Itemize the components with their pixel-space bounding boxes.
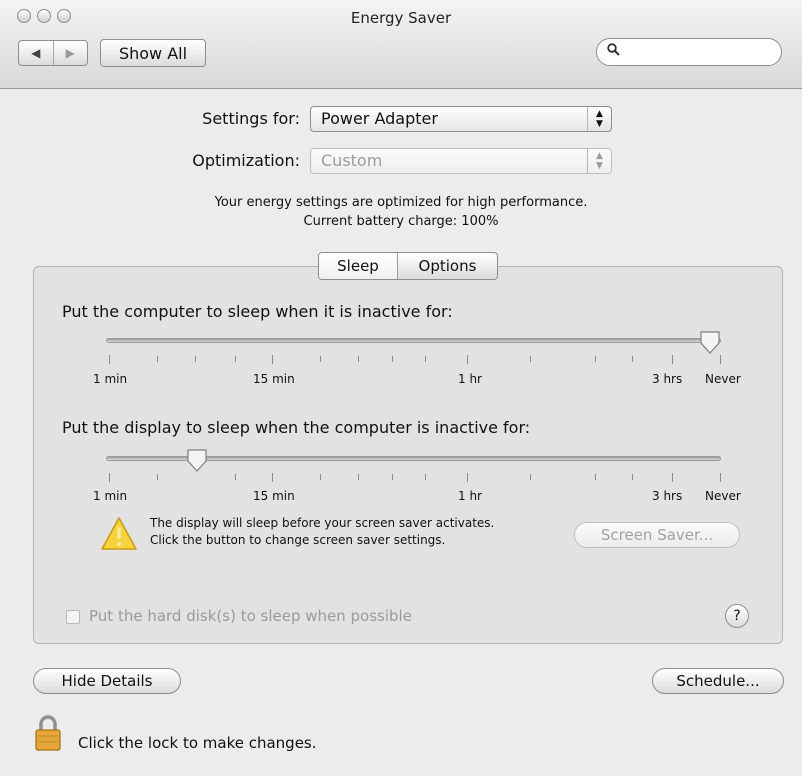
tick-mark bbox=[530, 356, 531, 362]
forward-button[interactable]: ▶ bbox=[52, 41, 88, 65]
hide-details-button[interactable]: Hide Details bbox=[33, 668, 181, 694]
tick-mark bbox=[109, 355, 110, 364]
tick-label-3-hrs: 3 hrs bbox=[652, 372, 683, 386]
tick-mark bbox=[157, 474, 158, 480]
tick-mark bbox=[425, 356, 426, 362]
warning-line-1: The display will sleep before your scree… bbox=[150, 516, 495, 530]
tick-label-3-hrs: 3 hrs bbox=[652, 489, 683, 503]
tick-label-1-hr: 1 hr bbox=[458, 489, 482, 503]
tick-mark bbox=[109, 473, 110, 482]
show-all-button[interactable]: Show All bbox=[100, 39, 206, 67]
tick-mark bbox=[195, 356, 196, 362]
tick-label-15-min: 15 min bbox=[253, 489, 295, 503]
search-input[interactable] bbox=[625, 42, 777, 64]
battery-charge-info: Current battery charge: 100% bbox=[303, 214, 499, 229]
screen-saver-warning: The display will sleep before your scree… bbox=[150, 515, 494, 549]
computer-sleep-slider-thumb[interactable] bbox=[699, 330, 721, 356]
tick-mark bbox=[672, 473, 673, 482]
lock-icon[interactable] bbox=[33, 713, 63, 753]
optimization-value: Custom bbox=[321, 151, 383, 170]
tick-mark bbox=[595, 356, 596, 362]
tick-label-1-min: 1 min bbox=[93, 489, 128, 503]
optimization-label: Optimization: bbox=[192, 151, 300, 170]
screen-saver-button[interactable]: Screen Saver... bbox=[574, 522, 740, 548]
tick-mark bbox=[358, 474, 359, 480]
back-button[interactable]: ◀ bbox=[19, 41, 53, 65]
tick-mark bbox=[467, 473, 468, 482]
computer-sleep-prompt: Put the computer to sleep when it is ina… bbox=[62, 302, 453, 321]
schedule-button[interactable]: Schedule... bbox=[652, 668, 784, 694]
popup-arrows-icon: ▲ ▼ bbox=[587, 149, 611, 173]
tick-mark bbox=[595, 474, 596, 480]
tick-label-never: Never bbox=[705, 372, 741, 386]
search-field[interactable] bbox=[596, 38, 782, 66]
tick-mark bbox=[672, 355, 673, 364]
hard-disk-sleep-checkbox[interactable] bbox=[66, 610, 80, 624]
magnifier-icon bbox=[607, 43, 620, 60]
help-button[interactable]: ? bbox=[725, 604, 749, 628]
popup-arrows-icon: ▲ ▼ bbox=[587, 107, 611, 131]
tick-mark bbox=[467, 355, 468, 364]
hard-disk-sleep-label: Put the hard disk(s) to sleep when possi… bbox=[89, 607, 412, 625]
tick-label-never: Never bbox=[705, 489, 741, 503]
tick-mark bbox=[235, 474, 236, 480]
tick-label-1-hr: 1 hr bbox=[458, 372, 482, 386]
computer-sleep-slider-track[interactable] bbox=[106, 338, 721, 343]
tick-mark bbox=[530, 474, 531, 480]
tab-options[interactable]: Options bbox=[397, 253, 497, 279]
tick-mark bbox=[320, 356, 321, 362]
optimization-popup[interactable]: Custom ▲ ▼ bbox=[310, 148, 612, 174]
display-sleep-prompt: Put the display to sleep when the comput… bbox=[62, 418, 531, 437]
tick-mark bbox=[720, 355, 721, 364]
tick-mark bbox=[425, 474, 426, 480]
forward-arrow-icon: ▶ bbox=[65, 46, 75, 60]
tick-mark bbox=[720, 473, 721, 482]
tick-mark bbox=[392, 474, 393, 480]
tick-mark bbox=[235, 356, 236, 362]
tick-mark bbox=[392, 356, 393, 362]
settings-for-value: Power Adapter bbox=[321, 109, 438, 128]
tick-mark bbox=[320, 474, 321, 480]
tick-label-1-min: 1 min bbox=[93, 372, 128, 386]
details-panel bbox=[33, 266, 783, 644]
tick-mark bbox=[272, 355, 273, 364]
navigation-buttons: ◀ ▶ bbox=[18, 40, 88, 66]
help-icon: ? bbox=[733, 608, 741, 624]
settings-for-popup[interactable]: Power Adapter ▲ ▼ bbox=[310, 106, 612, 132]
window-title: Energy Saver bbox=[350, 9, 452, 27]
settings-for-label: Settings for: bbox=[202, 109, 300, 128]
back-arrow-icon: ◀ bbox=[31, 46, 41, 60]
tick-mark bbox=[632, 474, 633, 480]
tick-mark bbox=[272, 473, 273, 482]
optimization-info: Your energy settings are optimized for h… bbox=[214, 195, 588, 210]
warning-line-2: Click the button to change screen saver … bbox=[150, 533, 446, 547]
warning-icon bbox=[101, 517, 137, 550]
tab-bar: Sleep Options bbox=[318, 252, 498, 280]
lock-message: Click the lock to make changes. bbox=[78, 734, 317, 752]
display-sleep-slider-thumb[interactable] bbox=[186, 448, 208, 474]
tick-mark bbox=[157, 356, 158, 362]
tick-mark bbox=[358, 356, 359, 362]
tab-sleep[interactable]: Sleep bbox=[319, 253, 397, 279]
tick-mark bbox=[632, 356, 633, 362]
tick-label-15-min: 15 min bbox=[253, 372, 295, 386]
